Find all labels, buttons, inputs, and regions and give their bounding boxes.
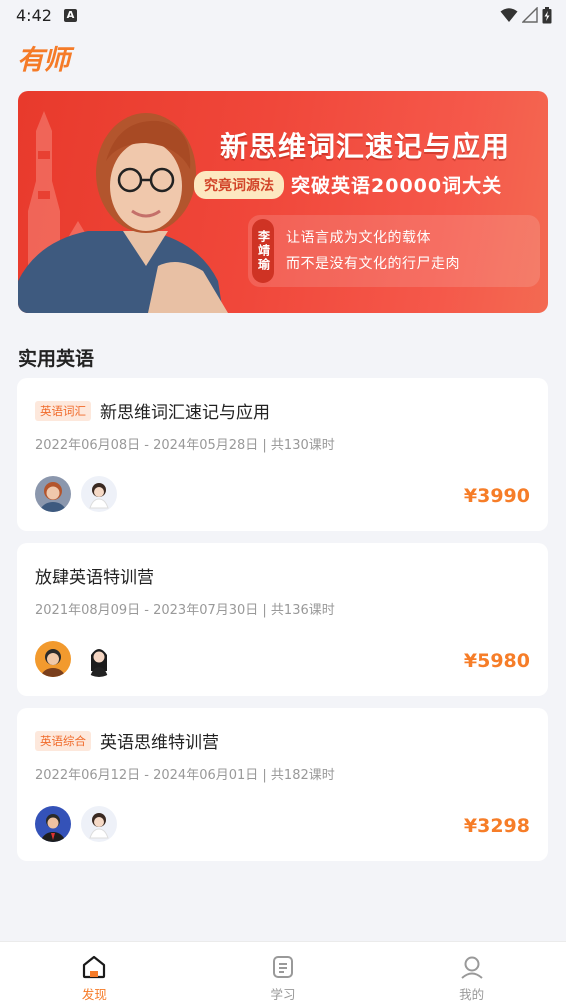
status-time: 4:42 [16,5,52,25]
tab-label: 发现 [81,987,107,1002]
tab-study[interactable]: 学习 [189,942,378,1008]
teacher-avatar[interactable] [35,806,71,842]
teacher-avatar[interactable] [35,641,71,677]
teacher-avatar[interactable] [81,806,117,842]
teacher-avatars [35,476,117,512]
teacher-avatars [35,641,117,677]
accessibility-notification-icon: A [63,8,77,22]
study-icon [273,956,293,978]
course-header: 放肆英语特训营 [35,563,154,588]
course-card[interactable]: 放肆英语特训营 2021年08月09日 - 2023年07月30日 | 共136… [17,543,548,696]
teacher-avatar[interactable] [35,476,71,512]
course-header: 英语词汇 新思维词汇速记与应用 [35,398,270,423]
wifi-icon [500,8,518,22]
method-badge: 究竟词源法 [194,171,284,199]
course-schedule: 2022年06月12日 - 2024年06月01日 | 共182课时 [35,768,335,783]
course-title: 放肆英语特训营 [35,568,154,588]
teacher-avatar[interactable] [81,476,117,512]
tab-discover[interactable]: 发现 [0,942,189,1008]
course-category-tag: 英语词汇 [35,400,91,421]
course-price: ¥3298 [463,815,530,837]
tab-label: 我的 [459,987,485,1002]
banner-title: 新思维词汇速记与应用 [219,130,510,163]
tab-label: 学习 [270,987,296,1002]
course-card[interactable]: 英语词汇 新思维词汇速记与应用 2022年06月08日 - 2024年05月28… [17,378,548,531]
profile-icon [461,956,483,979]
banner-subtitle: 突破英语20000词大关 [291,175,503,197]
section-title: 实用英语 [18,348,95,370]
course-card[interactable]: 英语综合 英语思维特训营 2022年06月12日 - 2024年06月01日 |… [17,708,548,861]
home-icon [83,955,106,979]
promo-banner[interactable]: 新思维词汇速记与应用 究竟词源法 突破英语20000词大关 李靖瑜 让语言成为文… [18,91,548,313]
bottom-tab-bar: 发现 学习 我的 [0,941,566,1008]
teacher-name-tag: 李靖瑜 [252,219,274,283]
course-category-tag: 英语综合 [35,730,91,751]
course-header: 英语综合 英语思维特训营 [35,728,219,753]
teacher-avatar[interactable] [81,641,117,677]
course-title: 英语思维特训营 [100,733,219,753]
quote-line-1: 让语言成为文化的载体 [286,230,431,246]
battery-icon [542,6,552,23]
course-schedule: 2021年08月09日 - 2023年07月30日 | 共136课时 [35,603,335,618]
tab-profile[interactable]: 我的 [377,942,566,1008]
cellular-signal-icon [522,7,538,23]
course-price: ¥3990 [463,485,530,507]
status-bar: 4:42 A [0,0,566,30]
quote-box [248,215,540,287]
teacher-avatars [35,806,117,842]
app-logo: 有师 [17,44,70,76]
status-right [500,6,552,24]
course-schedule: 2022年06月08日 - 2024年05月28日 | 共130课时 [35,438,335,453]
quote-line-2: 而不是没有文化的行尸走肉 [286,256,460,272]
course-price: ¥5980 [463,650,530,672]
course-title: 新思维词汇速记与应用 [100,403,270,423]
status-left: 4:42 A [16,6,77,25]
